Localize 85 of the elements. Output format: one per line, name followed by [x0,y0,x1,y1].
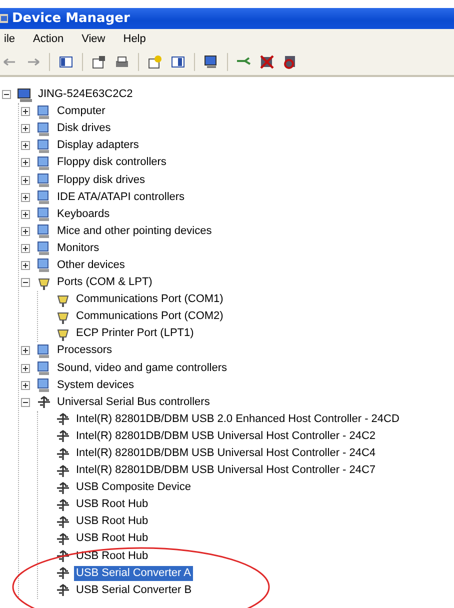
menu-item[interactable]: View [80,32,108,46]
usb-icon [55,462,71,479]
tree-item[interactable]: Computer [55,104,108,120]
tree-item[interactable]: Processors [55,343,114,358]
tree-item[interactable]: USB Composite Device [74,480,193,496]
expand-button[interactable] [21,210,30,219]
usb-icon [55,496,71,513]
tree-item[interactable]: USB Root Hub [74,514,150,530]
expand-button[interactable] [21,260,30,270]
tree-item[interactable]: JING-524E63C2C2 [36,87,135,102]
device-icon [36,223,52,240]
usb-icon [55,582,71,598]
device-icon [36,257,52,274]
usb-icon [55,530,71,547]
device-icon [36,240,52,256]
device-icon [36,120,52,137]
device-icon [36,342,52,359]
tree-item[interactable]: Monitors [55,240,102,256]
tree-item[interactable]: ECP Printer Port (LPT1) [74,326,196,342]
monitor-icon [203,54,219,70]
tree-item[interactable]: Ports (COM & LPT) [55,275,154,290]
printer-icon [114,54,130,70]
tree-item[interactable]: Universal Serial Bus controllers [55,394,212,410]
tree-item[interactable]: USB Root Hub [74,531,150,546]
tree-item[interactable]: Keyboards [55,206,112,222]
device-icon [36,360,52,376]
expand-button[interactable] [21,124,30,134]
disable-icon [282,54,298,70]
tree-item[interactable]: Mice and other pointing devices [55,224,214,239]
panel-icon [170,54,186,70]
expand-button[interactable] [21,244,30,253]
computer-icon [17,86,33,103]
menu-item[interactable]: Help [121,32,148,46]
device-icon [36,189,52,206]
expand-button[interactable] [21,346,30,356]
window-title: Device Manager [12,11,130,26]
panel-icon [58,54,74,70]
tree-item[interactable]: Intel(R) 82801DB/DBM USB Universal Host Controller - 24C4 [74,446,378,462]
expand-button[interactable] [21,226,30,236]
menu-item[interactable]: ile [2,32,18,46]
collapse-button[interactable] [21,278,30,288]
tree-item[interactable]: Floppy disk drives [55,172,148,188]
device-icon [36,377,52,394]
tree-item[interactable]: USB Serial Converter B [74,582,194,598]
tree-item[interactable]: Intel(R) 82801DB/DBM USB 2.0 Enhanced Host Controller - 24CD [74,412,402,427]
tree-item[interactable]: Intel(R) 82801DB/DBM USB Universal Host Controller - 24C2 [74,428,378,444]
tree-item[interactable]: Communications Port (COM2) [74,309,226,324]
tree-item[interactable]: Display adapters [55,138,141,154]
usb-icon [55,548,71,564]
tree-item[interactable]: System devices [55,378,136,393]
computer-icon [0,12,8,26]
properties-icon [91,54,107,70]
expand-button[interactable] [21,380,30,390]
device-icon [36,104,52,120]
tree-item[interactable]: Floppy disk controllers [55,155,168,170]
collapse-button[interactable] [2,90,11,100]
expand-button[interactable] [21,364,30,373]
usb-icon [36,394,52,410]
tree-item[interactable]: Other devices [55,258,127,273]
tree-item[interactable]: Disk drives [55,121,113,136]
tree-item[interactable]: IDE ATA/ATAPI controllers [55,190,187,205]
usb-icon [55,480,71,496]
collapse-button[interactable] [21,398,30,407]
usb-icon [55,411,71,428]
usb-icon [55,565,71,582]
help-icon [147,54,163,70]
usb-icon [55,514,71,530]
tree-item[interactable]: Sound, video and game controllers [55,360,229,376]
expand-button[interactable] [21,158,30,168]
x-icon [259,54,275,70]
expand-button[interactable] [21,141,30,150]
device-icon [36,154,52,171]
expand-button[interactable] [21,192,30,202]
device-icon [36,138,52,154]
expand-button[interactable] [21,176,30,185]
tree-item[interactable]: USB Root Hub [74,497,150,512]
menu-item[interactable]: Action [31,32,66,46]
expand-button[interactable] [21,107,30,116]
usb-icon [55,446,71,462]
tree-item[interactable]: USB Serial Converter A [74,566,193,581]
tree-item[interactable]: Intel(R) 82801DB/DBM USB Universal Host Controller - 24C7 [74,463,378,478]
usb-icon [55,428,71,444]
device-icon [36,206,52,222]
tree-item[interactable]: Communications Port (COM1) [74,292,226,308]
device-icon [36,172,52,188]
